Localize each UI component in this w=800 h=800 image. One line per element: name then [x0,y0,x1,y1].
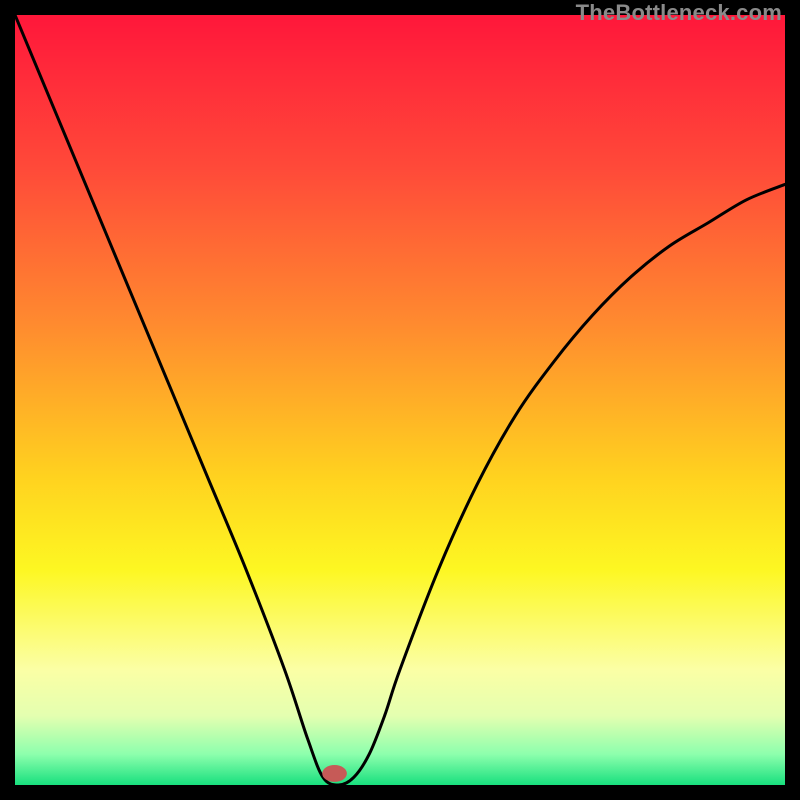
bottleneck-chart [15,15,785,785]
chart-frame [15,15,785,785]
minimum-marker [322,765,347,782]
watermark-text: TheBottleneck.com [576,0,782,26]
